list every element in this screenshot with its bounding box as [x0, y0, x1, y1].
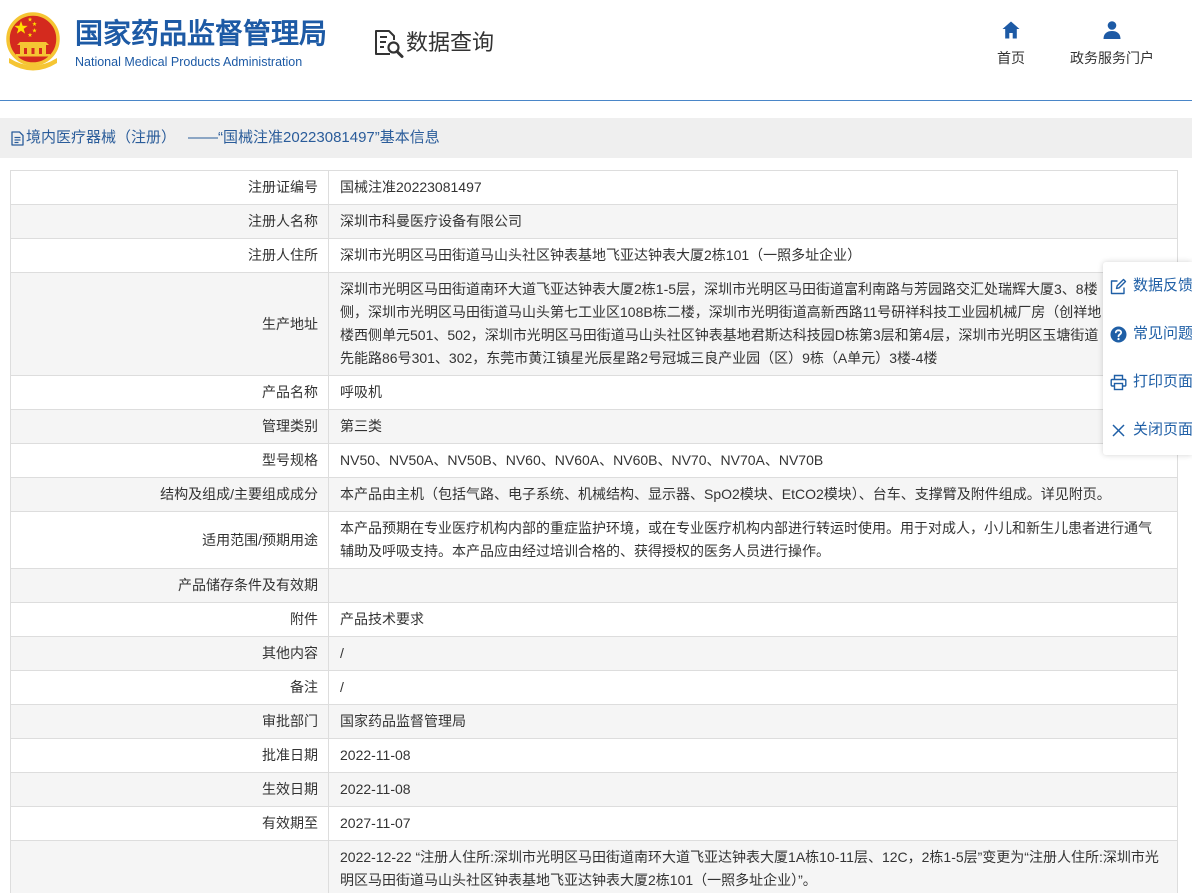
- intended-use-value: 本产品预期在专业医疗机构内部的重症监护环境，或在专业医疗机构内部进行转运时使用。…: [340, 520, 1152, 559]
- registrant-address-row: 注册人住所 深圳市光明区马田街道马山头社区钟表基地飞亚达钟表大厦2栋101（一照…: [11, 239, 1177, 273]
- registrant-name-row: 注册人名称 深圳市科曼医疗设备有限公司: [11, 205, 1177, 239]
- other-content-label: 其他内容: [11, 637, 329, 670]
- production-address-line: 先能路86号301、302，东莞市黄江镇星光辰星路2号冠城三良产业园（区）9栋（…: [340, 350, 938, 366]
- document-icon: [11, 130, 24, 146]
- approval-date-label: 批准日期: [11, 739, 329, 772]
- edit-icon: [1110, 278, 1127, 294]
- registrant-name-value: 深圳市科曼医疗设备有限公司: [340, 213, 522, 229]
- registration-number-row: 注册证编号 国械注准20223081497: [11, 171, 1177, 205]
- help-icon: [1110, 326, 1127, 342]
- print-page-label: 打印页面: [1133, 373, 1192, 390]
- data-query-icon: [375, 30, 404, 58]
- close-page-button[interactable]: 关闭页面: [1103, 406, 1192, 454]
- change-history-label: [11, 841, 329, 893]
- production-address-label: 生产地址: [11, 273, 329, 375]
- remarks-value: /: [340, 679, 344, 695]
- other-content-value: /: [340, 645, 344, 661]
- data-query-label: 数据查询: [406, 30, 495, 55]
- model-spec-value: NV50、NV50A、NV50B、NV60、NV60A、NV60B、NV70、N…: [340, 452, 824, 468]
- national-emblem-icon: [6, 12, 60, 71]
- remarks-row: 备注 /: [11, 671, 1177, 705]
- home-icon: [1002, 21, 1020, 39]
- change-history-value: 2022-12-22 “注册人住所:深圳市光明区马田街道南环大道飞亚达钟表大厦1…: [340, 849, 1159, 888]
- change-history-row: 2022-12-22 “注册人住所:深圳市光明区马田街道南环大道飞亚达钟表大厦1…: [11, 841, 1177, 893]
- data-feedback-button[interactable]: 数据反馈: [1103, 262, 1192, 310]
- breadcrumb: 境内医疗器械（注册） ——“国械注准20223081497”基本信息: [0, 118, 1192, 158]
- data-feedback-label: 数据反馈: [1133, 277, 1192, 294]
- registration-number-label: 注册证编号: [11, 171, 329, 204]
- registrant-name-label: 注册人名称: [11, 205, 329, 238]
- registrant-address-label: 注册人住所: [11, 239, 329, 272]
- user-icon: [1103, 21, 1121, 39]
- header-divider: [0, 100, 1192, 101]
- production-address-line: 楼西侧单元501、502，深圳市光明区马田街道马山头社区钟表基地君斯达科技园D栋…: [340, 327, 1099, 343]
- structure-composition-value: 本产品由主机（包括气路、电子系统、机械结构、显示器、SpO2模块、EtCO2模块…: [340, 486, 1111, 502]
- model-spec-label: 型号规格: [11, 444, 329, 477]
- management-category-label: 管理类别: [11, 410, 329, 443]
- model-spec-row: 型号规格 NV50、NV50A、NV50B、NV60、NV60A、NV60B、N…: [11, 444, 1177, 478]
- storage-conditions-label: 产品储存条件及有效期: [11, 569, 329, 602]
- expiry-date-row: 有效期至 2027-11-07: [11, 807, 1177, 841]
- nav-home-link[interactable]: 首页: [981, 20, 1041, 66]
- site-title: 国家药品监督管理局: [75, 17, 328, 50]
- storage-conditions-row: 产品储存条件及有效期: [11, 569, 1177, 603]
- nav-gov-service-portal-label: 政务服务门户: [1070, 50, 1154, 66]
- expiry-date-value: 2027-11-07: [340, 815, 411, 831]
- intended-use-label: 适用范围/预期用途: [11, 512, 329, 568]
- production-address-line: 深圳市光明区马田街道南环大道飞亚达钟表大厦2栋1-5层，深圳市光明区马田街道富利…: [340, 281, 1098, 297]
- product-name-label: 产品名称: [11, 376, 329, 409]
- approval-date-value: 2022-11-08: [340, 747, 411, 763]
- approval-department-row: 审批部门 国家药品监督管理局: [11, 705, 1177, 739]
- data-query-section: 数据查询: [372, 27, 494, 59]
- registrant-address-value: 深圳市光明区马田街道马山头社区钟表基地飞亚达钟表大厦2栋101（一照多址企业）: [340, 247, 862, 263]
- floating-tool-panel: 数据反馈 常见问题 打印页面 关闭页面: [1103, 262, 1192, 455]
- management-category-row: 管理类别 第三类: [11, 410, 1177, 444]
- structure-composition-row: 结构及组成/主要组成成分 本产品由主机（包括气路、电子系统、机械结构、显示器、S…: [11, 478, 1177, 512]
- faq-label: 常见问题: [1133, 325, 1192, 342]
- nav-home-label: 首页: [997, 50, 1025, 66]
- approval-date-row: 批准日期 2022-11-08: [11, 739, 1177, 773]
- effective-date-row: 生效日期 2022-11-08: [11, 773, 1177, 807]
- intended-use-row: 适用范围/预期用途 本产品预期在专业医疗机构内部的重症监护环境，或在专业医疗机构…: [11, 512, 1177, 569]
- page-title: ——“国械注准20223081497”基本信息: [188, 129, 440, 146]
- nav-gov-service-portal-link[interactable]: 政务服务门户: [1062, 20, 1162, 66]
- close-page-label: 关闭页面: [1133, 421, 1192, 438]
- other-content-row: 其他内容 /: [11, 637, 1177, 671]
- attachment-label: 附件: [11, 603, 329, 636]
- site-subtitle: National Medical Products Administration: [75, 55, 303, 69]
- expiry-date-label: 有效期至: [11, 807, 329, 840]
- production-address-row: 生产地址 深圳市光明区马田街道南环大道飞亚达钟表大厦2栋1-5层，深圳市光明区马…: [11, 273, 1177, 376]
- management-category-value: 第三类: [340, 418, 382, 434]
- product-name-value: 呼吸机: [340, 384, 382, 400]
- effective-date-value: 2022-11-08: [340, 781, 411, 797]
- product-name-row: 产品名称 呼吸机: [11, 376, 1177, 410]
- print-page-button[interactable]: 打印页面: [1103, 358, 1192, 406]
- structure-composition-label: 结构及组成/主要组成成分: [11, 478, 329, 511]
- approval-department-value: 国家药品监督管理局: [340, 713, 466, 729]
- registration-details-table: 注册证编号 国械注准20223081497 注册人名称 深圳市科曼医疗设备有限公…: [10, 170, 1178, 893]
- site-header: 国家药品监督管理局 National Medical Products Admi…: [0, 0, 1192, 100]
- approval-department-label: 审批部门: [11, 705, 329, 738]
- production-address-line: 侧，深圳市光明区马田街道马山头第七工业区108B栋二楼，深圳市光明街道高新西路1…: [340, 304, 1102, 320]
- remarks-label: 备注: [11, 671, 329, 704]
- breadcrumb-category: 境内医疗器械（注册）: [26, 129, 177, 146]
- storage-conditions-value: [329, 569, 1177, 602]
- registration-number-value: 国械注准20223081497: [340, 179, 482, 195]
- page: 国家药品监督管理局 National Medical Products Admi…: [0, 0, 1192, 893]
- faq-button[interactable]: 常见问题: [1103, 310, 1192, 358]
- close-icon: [1112, 423, 1125, 437]
- production-address-value: 深圳市光明区马田街道南环大道飞亚达钟表大厦2栋1-5层，深圳市光明区马田街道富利…: [329, 273, 1177, 375]
- attachment-row: 附件 产品技术要求: [11, 603, 1177, 637]
- print-icon: [1110, 374, 1127, 390]
- attachment-value: 产品技术要求: [340, 611, 424, 627]
- effective-date-label: 生效日期: [11, 773, 329, 806]
